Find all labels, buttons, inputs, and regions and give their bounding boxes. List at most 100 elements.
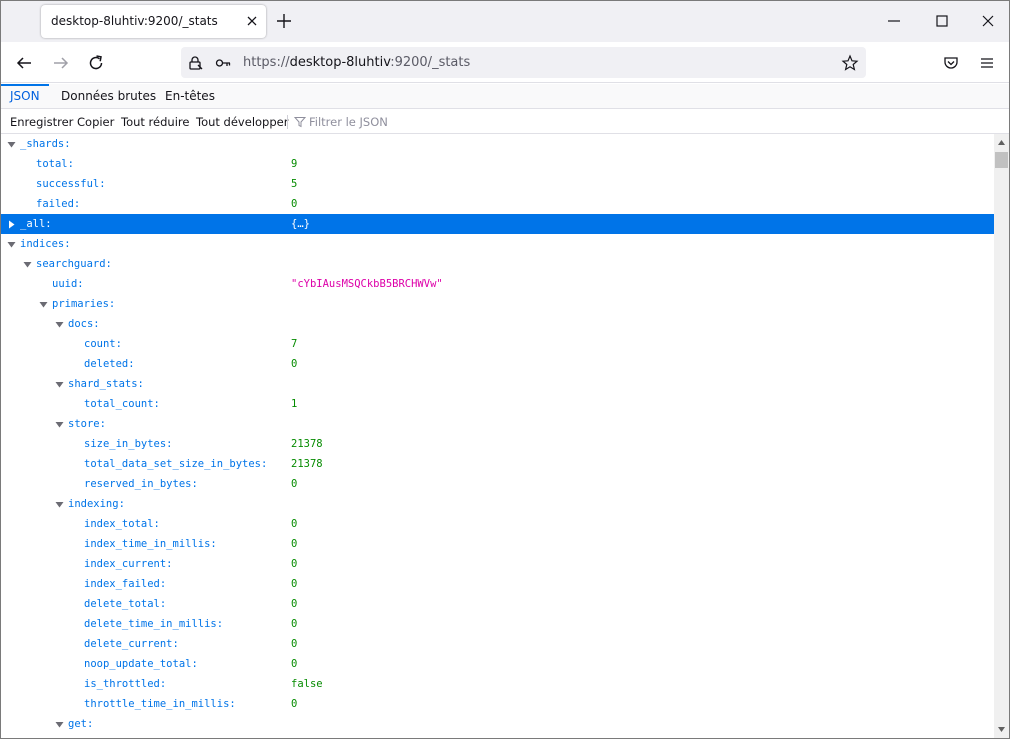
tree-value: 0 [291, 578, 298, 590]
tree-value: 21378 [291, 458, 323, 470]
collapse-all-button[interactable]: Tout réduire [121, 110, 189, 134]
tree-row[interactable]: get: [1, 714, 994, 734]
tree-row[interactable]: index_time_in_millis: 0 [1, 534, 994, 554]
reload-icon[interactable] [86, 53, 106, 73]
tab-raw-data[interactable]: Données brutes [52, 84, 165, 109]
caret-down-icon[interactable] [7, 140, 16, 149]
tree-key: _shards: [20, 138, 71, 150]
tree-row[interactable]: docs: [1, 314, 994, 334]
tree-row[interactable]: indices: [1, 234, 994, 254]
tree-key: index_time_in_millis: [84, 538, 217, 550]
caret-down-icon[interactable] [23, 260, 32, 269]
pocket-icon[interactable] [941, 53, 961, 73]
tree-row[interactable]: total_data_set_size_in_bytes: 21378 [1, 454, 994, 474]
tree-row[interactable]: store: [1, 414, 994, 434]
tree-row[interactable]: index_total: 0 [1, 514, 994, 534]
tree-row[interactable]: delete_total: 0 [1, 594, 994, 614]
caret-right-icon[interactable] [7, 220, 16, 229]
json-toolbar: Enregistrer Copier Tout réduire Tout dév… [1, 110, 1009, 134]
tree-key: index_current: [84, 558, 173, 570]
browser-tab[interactable]: desktop-8luhtiv:9200/_stats [41, 5, 266, 38]
tree-value: 7 [291, 338, 298, 350]
tree-row[interactable]: noop_update_total: 0 [1, 654, 994, 674]
tree-value: 0 [291, 538, 298, 550]
tree-row[interactable]: total: 9 [1, 154, 994, 174]
tree-row[interactable]: _shards: [1, 134, 994, 154]
toolbar-separator [287, 115, 288, 129]
tab-title: desktop-8luhtiv:9200/_stats [51, 14, 218, 28]
tab-headers[interactable]: En-têtes [156, 84, 224, 109]
url-scheme: https:// [243, 55, 290, 70]
tree-row[interactable]: shard_stats: [1, 374, 994, 394]
caret-down-icon[interactable] [55, 420, 64, 429]
tree-key: successful: [36, 178, 106, 190]
tree-key: noop_update_total: [84, 658, 198, 670]
tree-row[interactable]: deleted: 0 [1, 354, 994, 374]
key-icon[interactable] [214, 54, 232, 72]
plus-icon[interactable] [275, 12, 293, 30]
close-icon[interactable] [244, 13, 260, 29]
url-bar[interactable]: https://desktop-8luhtiv:9200/_stats [181, 47, 866, 78]
tree-row[interactable]: size_in_bytes: 21378 [1, 434, 994, 454]
tree-key: uuid: [52, 278, 84, 290]
tree-value: 0 [291, 658, 298, 670]
tree-row[interactable]: indexing: [1, 494, 994, 514]
tree-key: shard_stats: [68, 378, 144, 390]
tree-row[interactable]: failed: 0 [1, 194, 994, 214]
tree-key: primaries: [52, 298, 116, 310]
save-button[interactable]: Enregistrer [10, 110, 73, 134]
arrow-left-icon[interactable] [14, 53, 34, 73]
caret-down-icon[interactable] [55, 500, 64, 509]
json-viewer-tabs: JSON Données brutes En-têtes [1, 84, 1009, 109]
tab-json[interactable]: JSON [1, 84, 49, 109]
tree-key: total_count: [84, 398, 160, 410]
tree-row[interactable]: throttle_time_in_millis: 0 [1, 694, 994, 714]
scroll-down-icon[interactable] [997, 725, 1006, 734]
lock-icon[interactable] [186, 54, 204, 72]
tree-row[interactable]: count: 7 [1, 334, 994, 354]
tree-value: 0 [291, 518, 298, 530]
caret-down-icon[interactable] [55, 720, 64, 729]
expand-all-button[interactable]: Tout développer [196, 110, 288, 134]
tree-key: delete_current: [84, 638, 179, 650]
tree-key: failed: [36, 198, 81, 210]
url-host: desktop-8luhtiv [289, 55, 391, 70]
tree-row[interactable]: is_throttled: false [1, 674, 994, 694]
tree-value: {…} [291, 218, 310, 230]
tree-key: total_data_set_size_in_bytes: [84, 458, 268, 470]
tree-row[interactable]: searchguard: [1, 254, 994, 274]
filter-placeholder: Filtrer le JSON [309, 115, 388, 129]
tree-row[interactable]: uuid: "cYbIAusMSQCkbB5BRCHWVw" [1, 274, 994, 294]
tree-row[interactable]: successful: 5 [1, 174, 994, 194]
maximize-icon[interactable] [932, 11, 952, 31]
navigation-bar: https://desktop-8luhtiv:9200/_stats [1, 42, 1009, 83]
caret-down-icon[interactable] [39, 300, 48, 309]
tree-row[interactable]: delete_current: 0 [1, 634, 994, 654]
minimize-icon[interactable] [884, 11, 904, 31]
hamburger-menu-icon[interactable] [977, 53, 997, 73]
tree-row[interactable]: primaries: [1, 294, 994, 314]
tree-key: store: [68, 418, 106, 430]
tree-key: throttle_time_in_millis: [84, 698, 236, 710]
vertical-scrollbar[interactable] [994, 134, 1009, 738]
tree-key: indices: [20, 238, 71, 250]
caret-down-icon[interactable] [7, 240, 16, 249]
tree-row[interactable]: index_failed: 0 [1, 574, 994, 594]
tree-row[interactable]: _all: {…} [1, 214, 994, 234]
url-text[interactable]: https://desktop-8luhtiv:9200/_stats [243, 55, 470, 70]
window-close-icon[interactable] [978, 11, 998, 31]
scroll-up-icon[interactable] [997, 138, 1006, 147]
tree-row[interactable]: delete_time_in_millis: 0 [1, 614, 994, 634]
caret-down-icon[interactable] [55, 380, 64, 389]
tree-value: 0 [291, 638, 298, 650]
browser-window: desktop-8luhtiv:9200/_stats https://desk… [0, 0, 1010, 739]
copy-button[interactable]: Copier [77, 110, 114, 134]
tree-row[interactable]: total_count: 1 [1, 394, 994, 414]
tree-key: get: [68, 718, 94, 730]
tree-row[interactable]: reserved_in_bytes: 0 [1, 474, 994, 494]
arrow-right-icon[interactable] [51, 53, 71, 73]
scrollbar-thumb[interactable] [995, 152, 1008, 168]
star-icon[interactable] [841, 54, 859, 72]
tree-row[interactable]: index_current: 0 [1, 554, 994, 574]
caret-down-icon[interactable] [55, 320, 64, 329]
